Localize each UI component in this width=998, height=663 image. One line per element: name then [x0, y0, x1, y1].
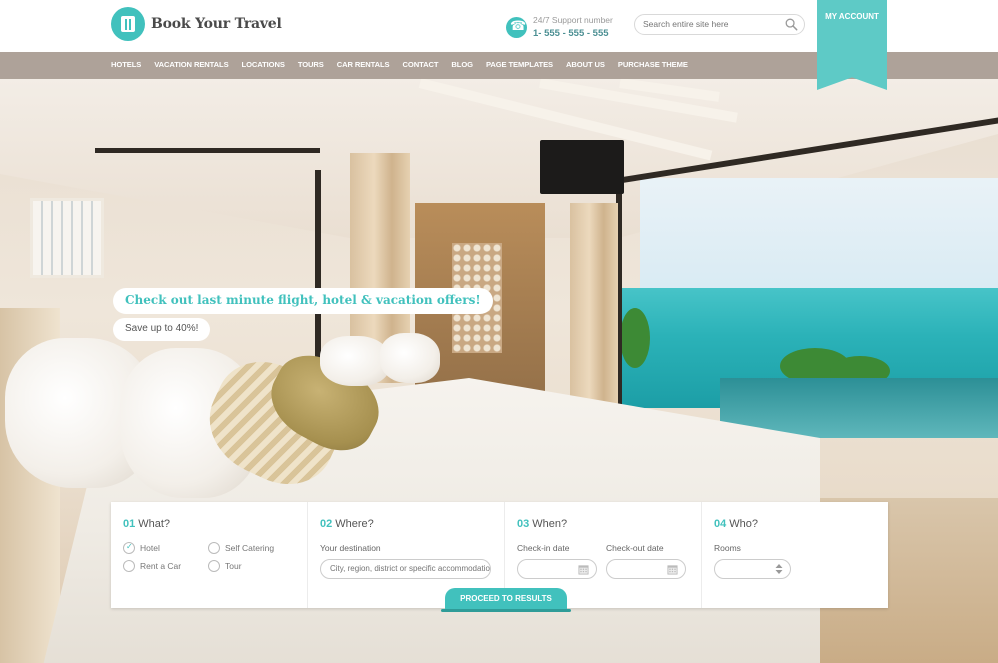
support-number: 1- 555 - 555 - 555: [533, 28, 609, 39]
towel-elephant: [380, 333, 440, 383]
search-icon[interactable]: [785, 18, 798, 31]
radio-self-catering[interactable]: Self Catering: [208, 542, 274, 554]
what-column: 01What? Hotel Self Catering Rent a Car T…: [111, 502, 307, 608]
support-contact: 24/7 Support number 1- 555 - 555 - 555: [506, 14, 613, 40]
destination-label: Your destination: [320, 543, 381, 553]
window-frame: [315, 170, 321, 380]
nav-item-hotels[interactable]: HOTELS: [111, 60, 141, 69]
trees: [620, 308, 650, 368]
rooms-select[interactable]: [714, 559, 791, 579]
my-account-label: MY ACCOUNT: [825, 12, 879, 21]
checkout-field[interactable]: [606, 559, 686, 579]
when-title: 03 When?: [517, 518, 568, 530]
radio-icon: [208, 560, 220, 572]
nav-item-locations[interactable]: LOCATIONS: [242, 60, 285, 69]
rooms-label: Rooms: [714, 543, 741, 553]
who-column: 04 Who? Rooms: [701, 502, 888, 608]
nav-item-contact[interactable]: CONTACT: [403, 60, 439, 69]
nav-item-blog[interactable]: BLOG: [451, 60, 473, 69]
site-search: [634, 14, 805, 35]
nav-item-page-templates[interactable]: PAGE TEMPLATES: [486, 60, 553, 69]
destination-field: [320, 559, 491, 579]
checkin-label: Check-in date: [517, 543, 570, 553]
television: [540, 140, 624, 194]
proceed-to-results-button[interactable]: PROCEED TO RESULTS: [441, 588, 571, 612]
phone-icon: [506, 16, 527, 38]
where-title: 02 Where?: [320, 518, 374, 530]
suitcase-icon: [111, 7, 145, 41]
search-input[interactable]: [643, 19, 783, 29]
nav-item-tours[interactable]: TOURS: [298, 60, 324, 69]
what-title: 01 What?: [123, 518, 171, 530]
radio-icon: [208, 542, 220, 554]
brand-name: Book Your Travel: [151, 16, 282, 32]
radio-tour[interactable]: Tour: [208, 560, 242, 572]
nav-item-about-us[interactable]: ABOUT US: [566, 60, 605, 69]
nav-item-purchase-theme[interactable]: PURCHASE THEME: [618, 60, 688, 69]
nav-item-vacation-rentals[interactable]: VACATION RENTALS: [154, 60, 228, 69]
checkin-field[interactable]: [517, 559, 597, 579]
nav-item-car-rentals[interactable]: CAR RENTALS: [337, 60, 390, 69]
updown-arrows-icon: [775, 564, 783, 574]
radio-checked-icon: [123, 542, 135, 554]
radio-rent-a-car[interactable]: Rent a Car: [123, 560, 181, 572]
calendar-icon[interactable]: [667, 564, 678, 575]
checkout-label: Check-out date: [606, 543, 664, 553]
lantern: [30, 198, 104, 278]
radio-icon: [123, 560, 135, 572]
radio-hotel[interactable]: Hotel: [123, 542, 160, 554]
who-title: 04 Who?: [714, 518, 758, 530]
my-account-button[interactable]: MY ACCOUNT: [817, 0, 887, 90]
promo-title: Check out last minute flight, hotel & va…: [113, 288, 493, 314]
destination-input[interactable]: [330, 564, 490, 573]
logo[interactable]: Book Your Travel: [111, 7, 282, 41]
promo-subtitle: Save up to 40%!: [113, 318, 211, 341]
calendar-icon[interactable]: [578, 564, 589, 575]
support-label: 24/7 Support number: [533, 15, 613, 25]
window-frame: [95, 148, 320, 153]
